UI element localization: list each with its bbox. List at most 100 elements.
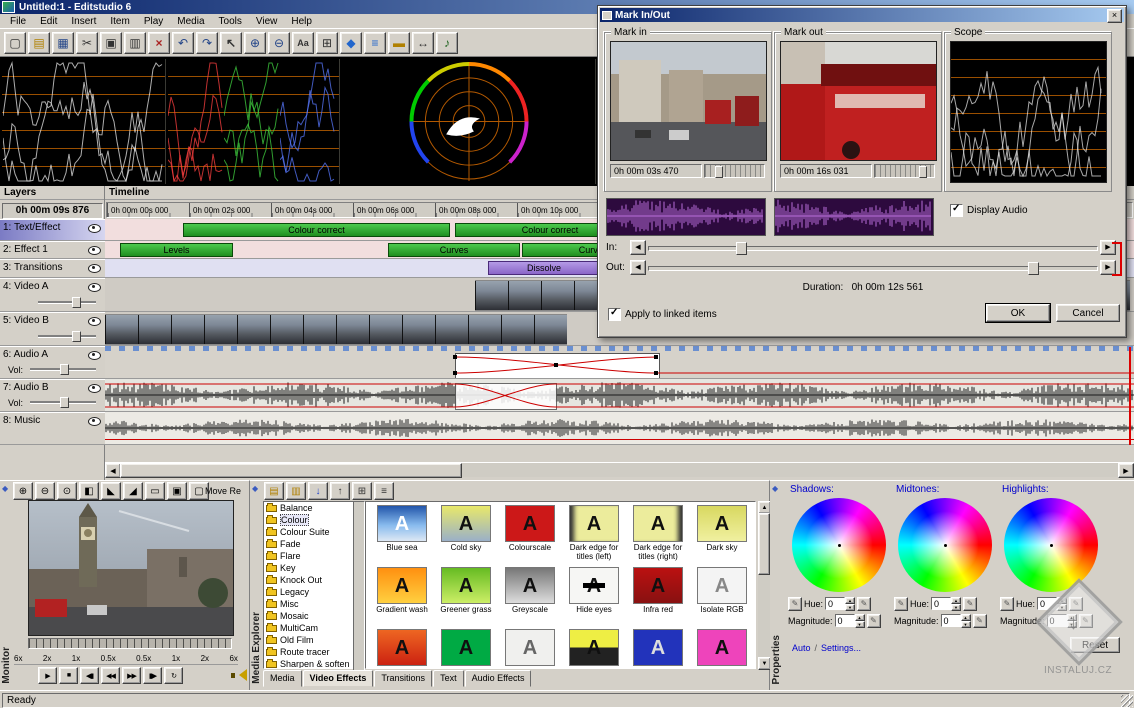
loop-button[interactable]: ↻	[164, 667, 183, 684]
text-tool-icon[interactable]: Aa	[292, 32, 314, 54]
spin-down-icon[interactable]: ▼	[855, 621, 865, 628]
track-audio-a[interactable]	[105, 346, 1134, 379]
hue-value[interactable]: 0	[825, 597, 845, 610]
close-icon[interactable]: ×	[1107, 9, 1122, 23]
media-tab[interactable]: Audio Effects	[465, 670, 532, 687]
panel-handle-icon[interactable]: ◆	[252, 484, 258, 493]
gradient-icon[interactable]: ◧	[79, 482, 99, 500]
new-folder-icon[interactable]: ▥	[286, 482, 306, 500]
effect-tile[interactable]: A	[498, 629, 562, 669]
timeline-clip[interactable]: Colour correct	[183, 223, 450, 237]
menu-item[interactable]: Edit	[34, 15, 63, 28]
folder-item[interactable]: Mosaic	[264, 610, 362, 622]
zoom-out-icon[interactable]: ⊖	[35, 482, 55, 500]
paste-icon[interactable]: ▥	[124, 32, 146, 54]
color-wheel[interactable]	[898, 498, 992, 592]
auto-link[interactable]: Auto	[792, 643, 811, 653]
color-wheel[interactable]	[792, 498, 886, 592]
layer-row-transitions[interactable]: 3: Transitions	[0, 259, 105, 278]
visibility-eye-icon[interactable]	[88, 351, 101, 360]
in-left-arrow-icon[interactable]: ◀	[630, 240, 646, 255]
hue-picker-icon[interactable]: ✎	[963, 597, 977, 611]
new-icon[interactable]: ▢	[4, 32, 26, 54]
spin-down-icon[interactable]: ▼	[961, 621, 971, 628]
details-view-icon[interactable]: ≡	[374, 482, 394, 500]
effect-tile[interactable]: A Dark edge for titles (left)	[562, 505, 626, 567]
spin-up-icon[interactable]: ▲	[855, 614, 865, 621]
copy-icon[interactable]: ▣	[100, 32, 122, 54]
zoom-fit-icon[interactable]: ⊙	[57, 482, 77, 500]
hue-picker-icon[interactable]: ✎	[857, 597, 871, 611]
hue-slider-icon[interactable]: ✎	[894, 597, 908, 611]
out-left-arrow-icon[interactable]: ◀	[630, 260, 646, 275]
folder-item[interactable]: MultiCam	[264, 622, 362, 634]
settings-link[interactable]: Settings...	[821, 643, 861, 653]
mark-in-scrub[interactable]	[704, 164, 765, 178]
folder-item[interactable]: Balance	[264, 502, 362, 514]
panel-handle-icon[interactable]: ◆	[772, 484, 778, 493]
magnitude-value[interactable]: 0	[941, 614, 961, 627]
layer-row-audio-b[interactable]: 7: Audio B Vol:	[0, 379, 105, 412]
redo-icon[interactable]: ↷	[196, 32, 218, 54]
undo-icon[interactable]: ↶	[172, 32, 194, 54]
visibility-eye-icon[interactable]	[88, 246, 101, 255]
timeline-hscrollbar[interactable]: ◀ ▶	[105, 462, 1134, 477]
effect-tile[interactable]: A Colourscale	[498, 505, 562, 567]
panel-handle-icon[interactable]: ◆	[2, 484, 8, 493]
media-tab[interactable]: Transitions	[374, 670, 432, 687]
visibility-eye-icon[interactable]	[88, 264, 101, 273]
tracks-icon[interactable]: ≡	[364, 32, 386, 54]
grid-icon[interactable]: ⊞	[316, 32, 338, 54]
folder-item[interactable]: Route tracer	[264, 646, 362, 658]
zoom-in-icon[interactable]: ⊕	[244, 32, 266, 54]
link-icon[interactable]: ↔	[412, 32, 434, 54]
thumbnails-view-icon[interactable]: ⊞	[352, 482, 372, 500]
spin-down-icon[interactable]: ▼	[951, 604, 961, 611]
media-icon[interactable]: ♪	[436, 32, 458, 54]
spin-up-icon[interactable]: ▲	[845, 597, 855, 604]
visibility-eye-icon[interactable]	[88, 224, 101, 233]
menu-item[interactable]: View	[250, 15, 284, 28]
effect-tile[interactable]: A Dark edge for titles (right)	[626, 505, 690, 567]
zoom-out-icon[interactable]: ⊖	[268, 32, 290, 54]
magnitude-spinner[interactable]: 0 ▲▼	[835, 614, 865, 627]
track-audio-b[interactable]	[105, 379, 1134, 412]
layer-row-effect1[interactable]: 2: Effect 1	[0, 241, 105, 259]
effect-tile[interactable]: A Greyscale	[498, 567, 562, 629]
effect-tile[interactable]: A Isolate RGB	[690, 567, 754, 629]
color-wheel[interactable]	[1004, 498, 1098, 592]
delete-icon[interactable]: ×	[148, 32, 170, 54]
menu-item[interactable]: Play	[138, 15, 169, 28]
ok-button[interactable]: OK	[986, 304, 1050, 322]
scroll-left-icon[interactable]: ◀	[105, 463, 121, 478]
menu-item[interactable]: Tools	[213, 15, 248, 28]
resize-grip[interactable]	[1121, 695, 1133, 707]
effect-tile[interactable]: A Infra red	[626, 567, 690, 629]
fast-forward-button[interactable]: ▶▶	[122, 667, 141, 684]
folder-item[interactable]: Colour	[264, 514, 362, 526]
visibility-eye-icon[interactable]	[88, 283, 101, 292]
effect-tile[interactable]: A Dark sky	[690, 505, 754, 567]
import-icon[interactable]: ↓	[308, 482, 328, 500]
folder-item[interactable]: Sharpen & soften	[264, 658, 362, 669]
layer-slider[interactable]	[38, 297, 96, 306]
wipe-lower-icon[interactable]: ◣	[101, 482, 121, 500]
apply-linked-checkbox[interactable]	[608, 308, 621, 321]
folder-item[interactable]: Old Film	[264, 634, 362, 646]
visibility-eye-icon[interactable]	[88, 384, 101, 393]
menu-item[interactable]: Insert	[65, 15, 102, 28]
effect-tile[interactable]: A	[434, 629, 498, 669]
hue-value[interactable]: 0	[931, 597, 951, 610]
effect-tile[interactable]: A	[370, 629, 434, 669]
media-tab[interactable]: Media	[263, 670, 302, 687]
open-icon[interactable]: ▤	[28, 32, 50, 54]
stop-button[interactable]: ■	[59, 667, 78, 684]
display-audio-checkbox[interactable]	[950, 204, 963, 217]
folder-item[interactable]: Misc	[264, 598, 362, 610]
layer-row-text-effect[interactable]: 1: Text/Effect	[0, 219, 105, 241]
layer-row-audio-a[interactable]: 6: Audio A Vol:	[0, 346, 105, 379]
timeline-clip[interactable]: Dissolve	[488, 261, 600, 275]
effect-tile[interactable]: A	[690, 629, 754, 669]
timeline-clip[interactable]: Levels	[120, 243, 233, 257]
layer-row-music[interactable]: 8: Music	[0, 412, 105, 445]
